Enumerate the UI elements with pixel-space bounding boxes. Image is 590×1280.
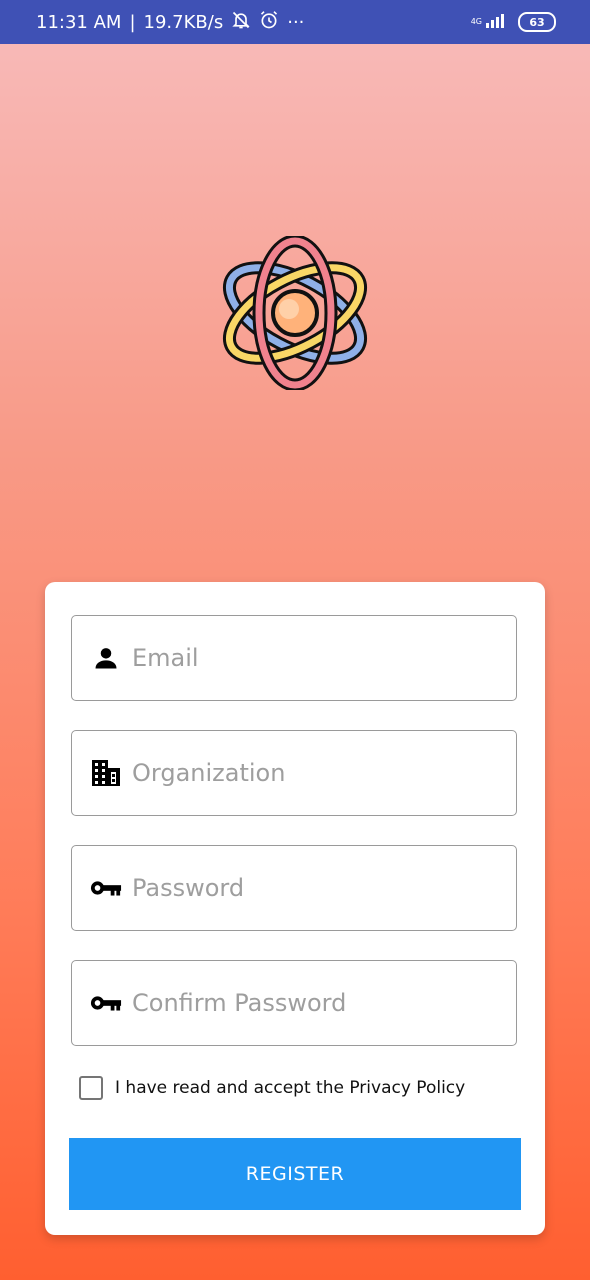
signal-icon: [486, 12, 508, 33]
status-bar-left: 11:31 AM | 19.7KB/s ···: [36, 10, 304, 35]
battery-icon: 63: [518, 12, 556, 32]
confirm-password-field[interactable]: [71, 960, 517, 1046]
email-input[interactable]: [132, 644, 492, 672]
password-input[interactable]: [132, 874, 492, 902]
network-type: 4G: [470, 17, 482, 26]
alarm-icon: [259, 10, 279, 35]
key-icon: [90, 987, 122, 1019]
register-button[interactable]: REGISTER: [69, 1138, 521, 1210]
more-notifications-icon: ···: [287, 11, 305, 33]
atom-icon: [218, 234, 372, 392]
privacy-policy-label[interactable]: I have read and accept the Privacy Polic…: [115, 1078, 465, 1098]
mute-bell-icon: [231, 10, 251, 35]
organization-field[interactable]: [71, 730, 517, 816]
network-speed: 19.7KB/s: [143, 11, 224, 33]
privacy-policy-checkbox[interactable]: [79, 1076, 103, 1100]
privacy-policy-row: I have read and accept the Privacy Polic…: [79, 1076, 465, 1100]
password-field[interactable]: [71, 845, 517, 931]
person-icon: [90, 642, 122, 674]
status-bar-right: 4G 63: [471, 12, 556, 33]
key-icon: [90, 872, 122, 904]
status-separator: |: [129, 11, 136, 33]
registration-card: I have read and accept the Privacy Polic…: [45, 582, 545, 1235]
building-icon: [90, 757, 122, 789]
confirm-password-input[interactable]: [132, 989, 492, 1017]
status-bar: 11:31 AM | 19.7KB/s ··· 4G 63: [0, 0, 590, 44]
email-field[interactable]: [71, 615, 517, 701]
organization-input[interactable]: [132, 759, 492, 787]
status-time: 11:31 AM: [36, 11, 122, 33]
